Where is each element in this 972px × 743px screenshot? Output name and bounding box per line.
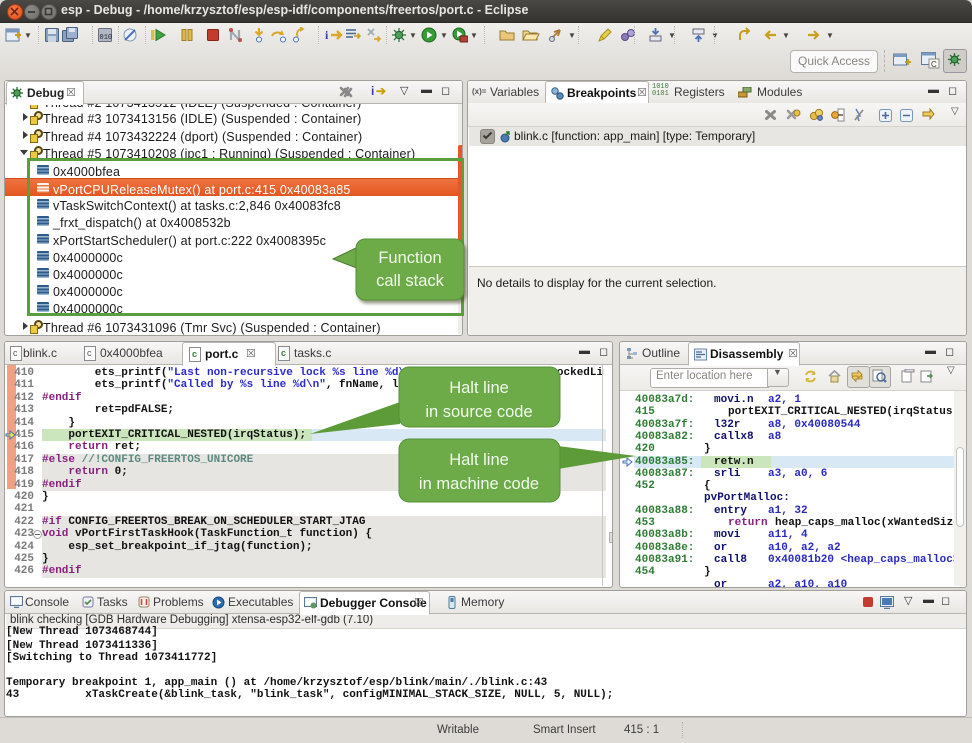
svg-text:C: C xyxy=(931,60,937,69)
svg-text:call stack: call stack xyxy=(376,272,445,290)
svg-text:Halt line: Halt line xyxy=(449,451,509,469)
svg-text:Halt line: Halt line xyxy=(449,379,509,397)
svg-text:in source code: in source code xyxy=(425,403,532,421)
svg-text:in machine code: in machine code xyxy=(419,475,539,493)
svg-text:Function: Function xyxy=(378,249,441,267)
svg-text:010: 010 xyxy=(100,34,113,42)
